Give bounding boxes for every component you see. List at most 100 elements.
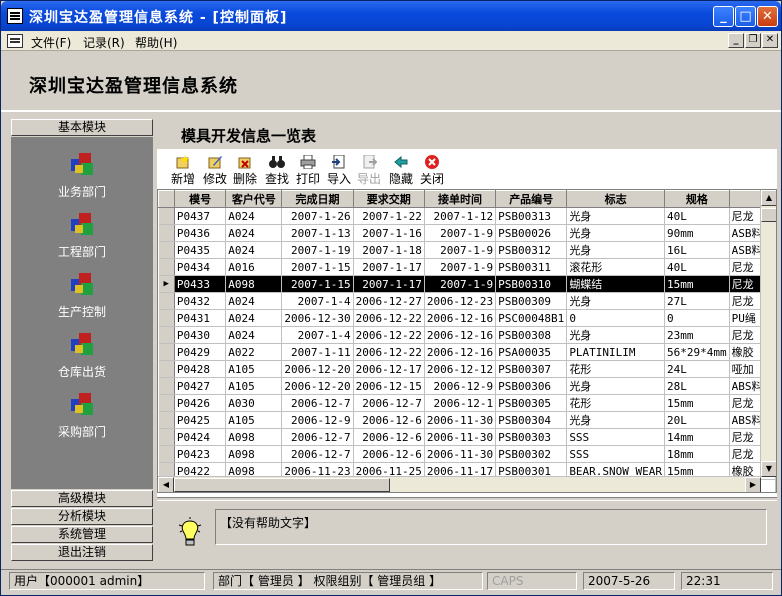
table-cell[interactable]: 0 <box>664 309 730 327</box>
table-cell[interactable]: 24L <box>664 360 730 378</box>
table-cell[interactable]: 2006-12-6 <box>353 445 425 463</box>
table-cell[interactable]: P0429 <box>174 343 227 361</box>
table-cell[interactable]: 15mm <box>664 394 730 412</box>
column-header[interactable]: 完成日期 <box>281 190 354 208</box>
table-row[interactable]: P0428 A105 2006-12-20 2006-12-17 2006-12-12 P… <box>158 360 776 378</box>
table-row[interactable]: P0430 A024 2007-1-4 2006-12-22 2006-12-16 PSB… <box>158 326 776 344</box>
column-header[interactable]: 接单时间 <box>423 190 497 208</box>
column-header[interactable]: 产品编号 <box>495 190 568 208</box>
table-cell[interactable]: 2006-12-12 <box>424 360 497 378</box>
module-purchasing[interactable]: 采购部门 <box>11 389 153 449</box>
table-cell[interactable]: A098 <box>225 275 283 293</box>
table-cell[interactable]: 2007-1-4 <box>281 326 354 344</box>
table-cell[interactable]: P0433 <box>174 275 227 293</box>
table-cell[interactable]: 2007-1-9 <box>424 258 497 276</box>
table-cell[interactable]: PSB00313 <box>495 207 568 225</box>
table-cell[interactable]: A105 <box>225 377 283 395</box>
table-cell[interactable]: 2007-1-15 <box>281 275 354 293</box>
table-cell[interactable]: 2006-12-30 <box>281 309 354 327</box>
app-icon[interactable] <box>7 8 23 24</box>
table-cell[interactable]: A098 <box>225 428 283 446</box>
table-cell[interactable]: 15mm <box>664 275 730 293</box>
table-cell[interactable]: 2006-12-7 <box>281 428 354 446</box>
row-indicator[interactable]: ▶ <box>158 275 175 293</box>
horizontal-scrollbar[interactable]: ◀ ▶ <box>158 476 761 492</box>
row-indicator[interactable] <box>158 207 175 225</box>
close-button[interactable]: ✕ <box>757 6 778 27</box>
table-cell[interactable]: PSB00310 <box>495 275 568 293</box>
table-cell[interactable]: P0428 <box>174 360 227 378</box>
table-cell[interactable]: 2006-12-15 <box>353 377 425 395</box>
row-indicator[interactable] <box>158 445 175 463</box>
table-cell[interactable]: PSB00026 <box>495 224 568 242</box>
table-cell[interactable]: 光身 <box>566 326 666 344</box>
table-row[interactable]: ▶ P0433 A098 2007-1-15 2007-1-17 2007-1-9 PSB0… <box>158 275 776 293</box>
sidebar-section-basic[interactable]: 基本模块 <box>11 119 153 136</box>
table-cell[interactable]: A024 <box>225 309 283 327</box>
table-cell[interactable]: 2006-12-6 <box>353 428 425 446</box>
sidebar-section-analysis[interactable]: 分析模块 <box>11 508 153 525</box>
table-cell[interactable]: 2007-1-16 <box>353 224 425 242</box>
table-cell[interactable]: P0437 <box>174 207 227 225</box>
table-cell[interactable]: 2006-12-9 <box>281 411 354 429</box>
row-indicator[interactable] <box>158 394 175 412</box>
table-cell[interactable]: SSS <box>566 445 666 463</box>
row-indicator[interactable] <box>158 224 175 242</box>
table-cell[interactable]: 2007-1-17 <box>353 258 425 276</box>
table-cell[interactable]: 2007-1-15 <box>281 258 354 276</box>
table-cell[interactable]: A105 <box>225 360 283 378</box>
table-cell[interactable]: 2007-1-9 <box>424 224 497 242</box>
table-cell[interactable]: A030 <box>225 394 283 412</box>
scroll-thumb[interactable] <box>174 478 390 492</box>
column-header[interactable]: 规格 <box>664 190 730 208</box>
table-cell[interactable]: 2006-12-7 <box>281 445 354 463</box>
table-cell[interactable]: 2006-12-1 <box>424 394 497 412</box>
table-row[interactable]: P0437 A024 2007-1-26 2007-1-22 2007-1-12 PSB0… <box>158 207 776 225</box>
table-row[interactable]: P0423 A098 2006-12-7 2006-12-6 2006-11-30 PSB… <box>158 445 776 463</box>
table-cell[interactable]: 23mm <box>664 326 730 344</box>
sidebar-section-advanced[interactable]: 高级模块 <box>11 490 153 507</box>
vertical-scrollbar[interactable]: ▲ ▼ <box>760 190 776 477</box>
scroll-up-icon[interactable]: ▲ <box>761 190 776 206</box>
table-cell[interactable]: 2006-12-20 <box>281 377 354 395</box>
table-row[interactable]: P0436 A024 2007-1-13 2007-1-16 2007-1-9 PSB00… <box>158 224 776 242</box>
table-cell[interactable]: 40L <box>664 258 730 276</box>
table-cell[interactable]: PLATINILIM <box>566 343 666 361</box>
menu-record[interactable]: 记录(R) <box>83 34 125 51</box>
row-indicator[interactable] <box>158 428 175 446</box>
table-cell[interactable]: 2006-12-22 <box>353 326 425 344</box>
table-cell[interactable]: 2006-12-20 <box>281 360 354 378</box>
table-cell[interactable]: 2006-12-23 <box>424 292 497 310</box>
sidebar-section-logout[interactable]: 退出注销 <box>11 544 153 561</box>
table-row[interactable]: P0432 A024 2007-1-4 2006-12-27 2006-12-23 PSB… <box>158 292 776 310</box>
table-row[interactable]: P0429 A022 2007-1-11 2006-12-22 2006-12-16 PS… <box>158 343 776 361</box>
table-cell[interactable]: PSA00035 <box>495 343 568 361</box>
table-cell[interactable]: 0 <box>566 309 666 327</box>
table-cell[interactable]: PSB00306 <box>495 377 568 395</box>
table-cell[interactable]: 14mm <box>664 428 730 446</box>
table-cell[interactable]: 56*29*4mm <box>664 343 730 361</box>
menu-file[interactable]: 文件(F) <box>31 34 71 51</box>
table-cell[interactable]: P0430 <box>174 326 227 344</box>
table-row[interactable]: P0425 A105 2006-12-9 2006-12-6 2006-11-30 PSB… <box>158 411 776 429</box>
scroll-right-icon[interactable]: ▶ <box>745 477 761 492</box>
module-engineering[interactable]: 工程部门 <box>11 209 153 269</box>
row-indicator[interactable] <box>158 241 175 259</box>
table-row[interactable]: P0435 A024 2007-1-19 2007-1-18 2007-1-9 PSB00… <box>158 241 776 259</box>
table-cell[interactable]: A024 <box>225 326 283 344</box>
table-cell[interactable]: 2006-11-30 <box>424 445 497 463</box>
table-cell[interactable]: PSB00307 <box>495 360 568 378</box>
table-cell[interactable]: P0435 <box>174 241 227 259</box>
table-cell[interactable]: 光身 <box>566 224 666 242</box>
row-indicator[interactable] <box>158 343 175 361</box>
mdi-minimize-button[interactable]: _ <box>728 33 744 48</box>
table-cell[interactable]: P0424 <box>174 428 227 446</box>
table-cell[interactable]: 2006-12-6 <box>353 411 425 429</box>
table-cell[interactable]: 2007-1-22 <box>353 207 425 225</box>
table-cell[interactable]: 2007-1-12 <box>424 207 497 225</box>
table-cell[interactable]: A024 <box>225 207 283 225</box>
table-cell[interactable]: PSB00305 <box>495 394 568 412</box>
row-indicator[interactable] <box>158 360 175 378</box>
table-cell[interactable]: 2006-12-9 <box>424 377 497 395</box>
table-cell[interactable]: 2006-12-7 <box>353 394 425 412</box>
